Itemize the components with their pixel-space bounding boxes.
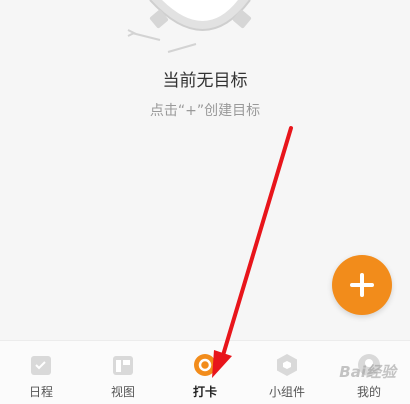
grid-view-icon — [113, 356, 133, 375]
tab-schedule[interactable]: 日程 — [0, 341, 82, 404]
checkin-icon — [194, 354, 216, 376]
tab-label: 我的 — [356, 385, 381, 399]
tab-label: 打卡 — [192, 385, 217, 399]
empty-illustration — [127, 0, 252, 53]
tab-label: 日程 — [28, 385, 53, 399]
add-goal-button[interactable] — [332, 255, 392, 315]
tab-checkin[interactable]: 打卡 — [164, 341, 246, 404]
plus-icon — [350, 273, 374, 297]
calendar-icon — [31, 356, 51, 375]
tab-view[interactable]: 视图 — [82, 341, 164, 404]
tab-label: 视图 — [110, 385, 135, 399]
tab-widget[interactable]: 小组件 — [246, 341, 328, 404]
empty-state-title: 当前无目标 — [162, 71, 248, 91]
tab-label: 小组件 — [268, 385, 305, 399]
watermark: Bai经验 — [339, 363, 396, 381]
empty-state-subtitle: 点击“+”创建目标 — [149, 103, 261, 119]
widget-icon — [277, 354, 297, 376]
